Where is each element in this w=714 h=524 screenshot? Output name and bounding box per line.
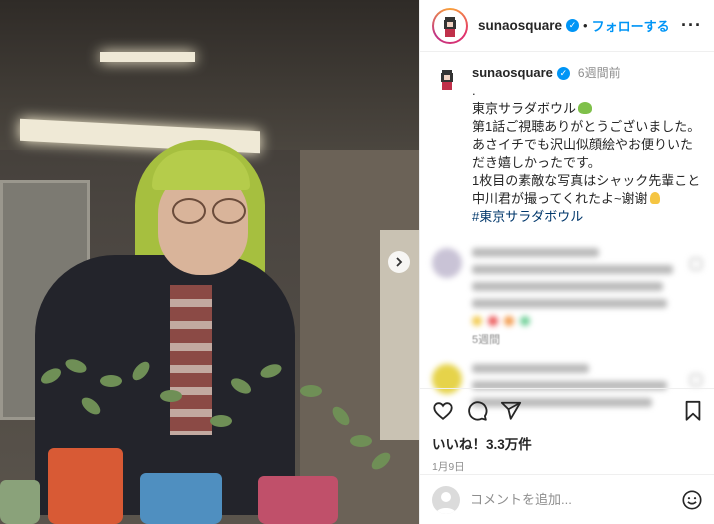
default-user-icon: [436, 491, 456, 514]
caption-line: 中川君が撮ってくれたよ~谢谢: [472, 190, 702, 208]
avatar-illustration-icon: [441, 70, 453, 90]
post-photo[interactable]: [0, 0, 419, 524]
chevron-right-icon: [396, 257, 403, 267]
caption-header: sunaosquare ✓ 6週間前: [472, 64, 702, 82]
post-actions: いいね！3.3万件 1月9日: [420, 388, 714, 474]
post-caption: sunaosquare ✓ 6週間前 . 東京サラダボウル 第1話ご視聴ありがと…: [420, 52, 714, 226]
comment-text-blurred: [472, 248, 684, 334]
smiley-icon: [682, 489, 702, 510]
comment-input[interactable]: [470, 492, 681, 507]
comment-like-icon[interactable]: [690, 374, 702, 386]
comment-time: 5週間: [472, 334, 501, 346]
add-comment-bar: [420, 474, 714, 524]
lettuce-emoji-icon: [578, 102, 593, 114]
caption-line-text: 東京サラダボウル: [472, 101, 577, 116]
caption-hashtag[interactable]: #東京サラダボウル: [472, 208, 702, 226]
praying-hands-emoji-icon: [649, 192, 660, 204]
avatar-illustration-icon: [444, 16, 456, 37]
author-username[interactable]: sunaosquare: [478, 18, 562, 33]
likes-count[interactable]: いいね！3.3万件: [432, 433, 703, 453]
author-avatar[interactable]: [432, 7, 468, 44]
photo-hair-bangs: [152, 150, 250, 190]
emoji-picker-button[interactable]: [681, 489, 703, 511]
caption-line-text: 中川君が撮ってくれたよ~谢谢: [472, 191, 648, 206]
comments-scrollbar[interactable]: [709, 60, 712, 380]
user-avatar: [432, 485, 460, 514]
comment-like-icon[interactable]: [690, 258, 702, 270]
save-button[interactable]: [683, 400, 703, 422]
caption-line: だき嬉しかったです。: [472, 155, 601, 170]
blurred-comment: [420, 226, 714, 334]
caption-avatar[interactable]: [432, 64, 462, 94]
caption-timestamp[interactable]: 6週間前: [578, 64, 621, 82]
action-icon-row: [432, 399, 703, 423]
instagram-post-view: sunaosquare ✓ • フォローする ··· sunaosquare ✓…: [0, 0, 714, 524]
comment-avatar: [432, 248, 462, 278]
caption-username[interactable]: sunaosquare: [472, 64, 553, 82]
photo-pot-green: [0, 480, 40, 524]
post-side-panel: sunaosquare ✓ • フォローする ··· sunaosquare ✓…: [419, 0, 714, 524]
follow-button[interactable]: フォローする: [592, 16, 670, 35]
separator-dot: •: [583, 18, 588, 33]
verified-badge-icon: ✓: [566, 19, 580, 32]
share-icon: [500, 401, 522, 420]
comment-emoji-row: [472, 316, 684, 326]
photo-glasses-right: [212, 198, 246, 224]
caption-body: sunaosquare ✓ 6週間前 . 東京サラダボウル 第1話ご視聴ありがと…: [472, 64, 702, 226]
bookmark-icon: [685, 400, 701, 421]
share-button[interactable]: [500, 400, 522, 422]
caption-line: .: [472, 83, 476, 98]
post-header: sunaosquare ✓ • フォローする ···: [420, 0, 714, 52]
verified-badge-icon: ✓: [556, 66, 570, 80]
caption-line: 第1話ご視聴ありがとうございました。: [472, 119, 701, 134]
comment-icon: [468, 401, 488, 421]
comment-button[interactable]: [466, 400, 488, 422]
photo-pot-blue: [140, 473, 222, 524]
photo-pot-pink: [258, 476, 338, 524]
next-photo-button[interactable]: [388, 251, 410, 273]
photo-ceiling-light-small: [100, 52, 195, 62]
post-date[interactable]: 1月9日: [432, 459, 703, 474]
more-options-button[interactable]: ···: [681, 15, 702, 36]
caption-line: 東京サラダボウル: [472, 100, 702, 118]
heart-icon: [433, 402, 453, 420]
photo-pot-orange: [48, 448, 123, 524]
caption-line: 1枚目の素敵な写真はシャック先輩こと: [472, 173, 701, 188]
caption-line: あさイチでも沢山似顔絵やお便りいた: [472, 137, 694, 152]
like-button[interactable]: [432, 400, 454, 422]
photo-glasses-left: [172, 198, 206, 224]
